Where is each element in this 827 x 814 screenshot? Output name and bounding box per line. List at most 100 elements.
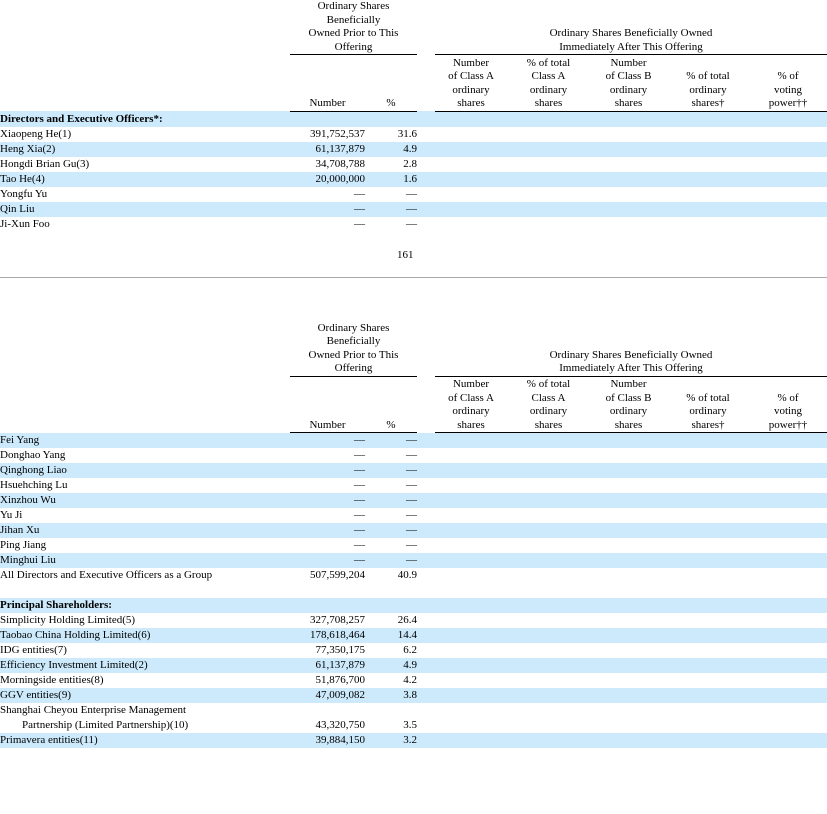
cell-percent-prior: — xyxy=(406,217,417,230)
cell-number-prior: — xyxy=(354,449,365,461)
cell-total-percent xyxy=(667,538,749,553)
cell-class-a-number xyxy=(435,553,507,568)
header-prior-line-3b: Owned Prior to This xyxy=(308,348,399,361)
page-gap xyxy=(0,278,827,322)
cell-class-a-percent xyxy=(507,141,590,157)
cell-voting-percent xyxy=(749,111,827,127)
cell-total-percent xyxy=(667,733,749,748)
cell-number-prior: 39,884,150 xyxy=(290,733,365,748)
cell-class-a-percent xyxy=(507,523,590,538)
cell-total-percent xyxy=(667,111,749,127)
cell-voting-percent xyxy=(749,478,827,493)
cell-voting-percent xyxy=(749,127,827,142)
cell-class-a-percent xyxy=(507,493,590,508)
row-label: Yu Ji xyxy=(0,509,23,521)
cell-total-percent xyxy=(667,171,749,187)
table-one-header: Ordinary Shares Beneficially Owned Prior… xyxy=(0,0,827,112)
cell-voting-percent xyxy=(749,201,827,217)
cell-gap xyxy=(417,718,435,733)
cell-class-a-number xyxy=(435,432,507,448)
header-col-class-a-number: Number of Class A ordinary shares xyxy=(435,56,507,112)
cell-class-b-number xyxy=(590,157,667,172)
cell-voting-percent xyxy=(749,688,827,703)
cell-gap xyxy=(417,598,435,613)
header-percent-label: % xyxy=(386,97,396,109)
spacer-cell xyxy=(749,583,827,598)
cell-percent-prior: 3.8 xyxy=(365,688,417,703)
ownership-table-one: Ordinary Shares Beneficially Owned Prior… xyxy=(0,0,827,232)
cell-class-b-number xyxy=(590,643,667,658)
cell-class-b-number xyxy=(590,553,667,568)
cell-class-a-number xyxy=(435,568,507,583)
cell-percent-prior: — xyxy=(365,553,417,568)
cell-class-a-number xyxy=(435,733,507,748)
cell-total-percent xyxy=(667,688,749,703)
cell-class-a-number xyxy=(435,493,507,508)
spacer-cell xyxy=(417,583,435,598)
cell-class-a-number xyxy=(435,598,507,613)
row-label: Partnership (Limited Partnership)(10) xyxy=(22,719,189,731)
cell-class-b-number xyxy=(590,111,667,127)
cell-class-b-number xyxy=(590,463,667,478)
header-col-percent-2: % xyxy=(365,377,417,433)
cell-class-a-number xyxy=(435,538,507,553)
cell-gap xyxy=(417,553,435,568)
header-gap xyxy=(417,0,435,55)
header-number-label: Number xyxy=(309,97,346,109)
cell-class-b-number xyxy=(590,718,667,733)
cell-gap xyxy=(417,463,435,478)
row-label: Fei Yang xyxy=(0,432,290,448)
cell-class-a-number xyxy=(435,448,507,463)
cell-total-percent xyxy=(667,432,749,448)
cell-percent-prior: 4.9 xyxy=(365,658,417,673)
cell-class-a-number xyxy=(435,718,507,733)
table-row: Yongfu Yu — — xyxy=(0,187,827,202)
cell-class-b-number xyxy=(590,201,667,217)
row-label: Shanghai Cheyou Enterprise Management xyxy=(0,704,187,716)
header-col-class-a-percent-2: % of total Class A ordinary shares xyxy=(507,377,590,433)
cell-gap xyxy=(417,127,435,142)
table-row: Minghui Liu — — xyxy=(0,553,827,568)
cell-gap xyxy=(417,508,435,523)
table-one-body: Directors and Executive Officers*: Xiaop… xyxy=(0,111,827,232)
row-label: Jihan Xu xyxy=(0,523,290,538)
cell-number-prior: 507,599,204 xyxy=(310,569,365,581)
cell-voting-percent xyxy=(749,187,827,202)
cell-class-a-percent xyxy=(507,432,590,448)
cell-gap xyxy=(417,643,435,658)
he1b: % of xyxy=(777,391,799,404)
cell-voting-percent xyxy=(749,718,827,733)
cell-class-b-number xyxy=(590,673,667,688)
cell-percent-prior: 26.4 xyxy=(397,614,417,626)
cell-percent-prior: 4.9 xyxy=(365,141,417,157)
cell-percent-prior: — xyxy=(406,449,417,461)
cell-voting-percent xyxy=(749,643,827,658)
header-col-name xyxy=(0,56,290,111)
cell-class-a-percent xyxy=(507,111,590,127)
cell-number-prior: 47,009,082 xyxy=(290,688,365,703)
cell-class-b-number xyxy=(590,523,667,538)
table-section-row: Principal Shareholders: xyxy=(0,598,827,613)
cell-class-b-number xyxy=(590,448,667,463)
table-row: Yu Ji — — xyxy=(0,508,827,523)
hb1: % of total xyxy=(526,56,571,69)
cell-class-a-percent xyxy=(507,643,590,658)
header-prior-line-2: Beneficially xyxy=(326,13,381,26)
cell-percent-prior: — xyxy=(365,463,417,478)
cell-voting-percent xyxy=(749,553,827,568)
cell-total-percent xyxy=(667,718,749,733)
row-label: Hongdi Brian Gu(3) xyxy=(0,157,90,170)
hc4b: shares xyxy=(614,418,643,431)
header-column-row: Number % Number of Class A ordinary shar… xyxy=(0,56,827,112)
cell-gap xyxy=(417,703,435,718)
spacer-cell xyxy=(435,583,507,598)
table-two-header: Ordinary Shares Beneficially Owned Prior… xyxy=(0,322,827,433)
cell-number-prior: 178,618,464 xyxy=(290,628,365,643)
header-after-line-1b: Ordinary Shares Beneficially Owned xyxy=(549,348,713,361)
cell-total-percent xyxy=(667,568,749,583)
cell-voting-percent xyxy=(749,141,827,157)
cell-percent-prior: — xyxy=(406,539,417,551)
header-col-gap xyxy=(417,56,435,111)
header-col-number: Number xyxy=(290,56,365,112)
table-row: IDG entities(7) 77,350,175 6.2 xyxy=(0,643,827,658)
